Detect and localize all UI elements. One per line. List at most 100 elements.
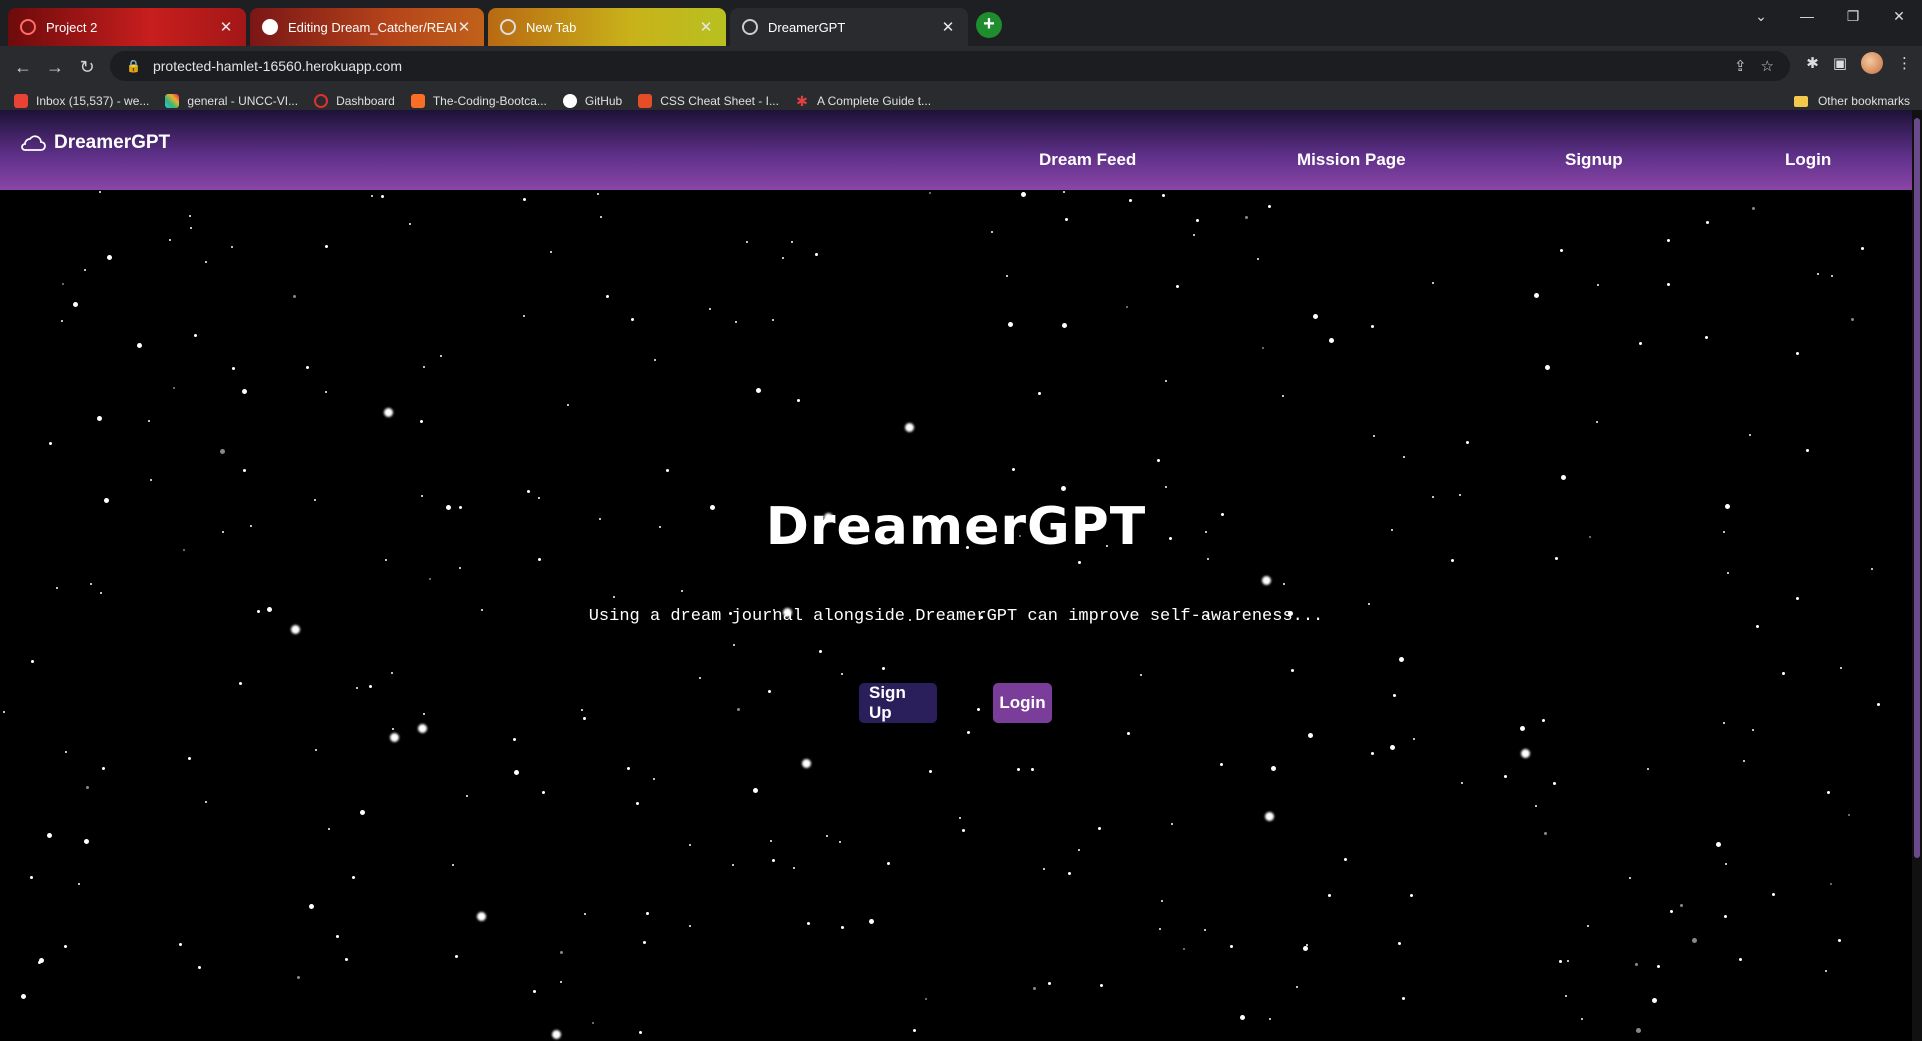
star bbox=[1006, 275, 1008, 277]
star bbox=[925, 998, 927, 1000]
star bbox=[1078, 849, 1080, 851]
bookmark-inbox[interactable]: Inbox (15,537) - we... bbox=[14, 93, 149, 108]
restore-icon[interactable]: ❐ bbox=[1830, 8, 1876, 25]
star bbox=[1062, 323, 1067, 328]
star bbox=[841, 926, 844, 929]
star bbox=[1724, 915, 1727, 918]
star bbox=[137, 343, 142, 348]
tab-new-tab[interactable]: New Tab ✕ bbox=[488, 8, 726, 46]
menu-icon[interactable]: ⋮ bbox=[1897, 54, 1912, 72]
back-icon[interactable]: ← bbox=[10, 54, 36, 80]
nav-link-mission-page[interactable]: Mission Page bbox=[1297, 150, 1406, 170]
star bbox=[328, 828, 330, 830]
star bbox=[1555, 557, 1558, 560]
nav-link-login[interactable]: Login bbox=[1785, 150, 1831, 170]
star bbox=[1100, 984, 1103, 987]
star bbox=[1308, 733, 1313, 738]
star bbox=[239, 682, 242, 685]
star bbox=[732, 864, 734, 866]
extensions-icon[interactable]: ✱ bbox=[1806, 54, 1819, 72]
star bbox=[1861, 247, 1864, 250]
star bbox=[1827, 791, 1830, 794]
page-scrollbar[interactable] bbox=[1912, 110, 1922, 1041]
new-tab-button[interactable]: + bbox=[976, 12, 1002, 38]
bookmark-css-cheat-sheet[interactable]: CSS Cheat Sheet - I... bbox=[638, 93, 779, 108]
star bbox=[3, 711, 5, 713]
nav-link-dream-feed[interactable]: Dream Feed bbox=[1039, 150, 1136, 170]
star bbox=[99, 191, 101, 193]
star bbox=[1165, 486, 1167, 488]
bookmark-complete-guide[interactable]: ✱ A Complete Guide t... bbox=[795, 94, 931, 108]
tab-project-2[interactable]: Project 2 ✕ bbox=[8, 8, 246, 46]
bookmark-label: general - UNCC-VI... bbox=[187, 93, 299, 108]
bookmark-coding-bootcamp[interactable]: The-Coding-Bootca... bbox=[410, 93, 547, 108]
signup-button[interactable]: Sign Up bbox=[859, 683, 937, 723]
close-tab-icon[interactable]: ✕ bbox=[218, 18, 234, 36]
star bbox=[746, 241, 748, 243]
star bbox=[1743, 760, 1745, 762]
star bbox=[1796, 352, 1799, 355]
close-tab-icon[interactable]: ✕ bbox=[698, 18, 714, 36]
star bbox=[1078, 561, 1081, 564]
scrollbar-thumb[interactable] bbox=[1914, 118, 1920, 858]
star bbox=[73, 302, 78, 307]
star bbox=[1432, 282, 1434, 284]
folder-icon bbox=[1793, 95, 1808, 107]
share-icon[interactable]: ⇪ bbox=[1734, 57, 1747, 75]
star bbox=[538, 558, 541, 561]
bookmark-label: GitHub bbox=[584, 93, 623, 108]
tab-editing-readme[interactable]: Editing Dream_Catcher/README. ✕ bbox=[250, 8, 484, 46]
lock-icon[interactable]: 🔒 bbox=[126, 59, 141, 73]
bookmark-github[interactable]: GitHub bbox=[562, 93, 623, 108]
bookmark-star-icon[interactable]: ☆ bbox=[1761, 57, 1774, 75]
close-tab-icon[interactable]: ✕ bbox=[940, 18, 956, 36]
bookmark-slack[interactable]: general - UNCC-VI... bbox=[165, 93, 299, 108]
brand-link[interactable]: DreamerGPT bbox=[20, 132, 170, 154]
hero-subtitle: Using a dream journal alongside DreamerG… bbox=[588, 607, 1324, 626]
star bbox=[90, 583, 92, 585]
tab-search-icon[interactable]: ⌄ bbox=[1738, 8, 1784, 25]
star bbox=[1639, 342, 1642, 345]
star bbox=[325, 245, 328, 248]
star bbox=[56, 587, 58, 589]
star bbox=[1230, 945, 1233, 948]
nav-link-signup[interactable]: Signup bbox=[1565, 150, 1623, 170]
star bbox=[1373, 435, 1375, 437]
close-window-icon[interactable]: ✕ bbox=[1876, 8, 1922, 25]
tab-title: New Tab bbox=[526, 19, 577, 35]
star bbox=[1581, 1018, 1583, 1020]
forward-icon[interactable]: → bbox=[42, 54, 68, 80]
login-button[interactable]: Login bbox=[993, 683, 1052, 723]
star bbox=[1739, 958, 1742, 961]
star bbox=[1871, 568, 1873, 570]
star bbox=[1542, 719, 1545, 722]
reload-icon[interactable]: ↻ bbox=[74, 54, 100, 80]
star bbox=[1451, 559, 1454, 562]
star bbox=[297, 976, 300, 979]
profile-avatar[interactable] bbox=[1861, 52, 1883, 74]
star bbox=[753, 788, 758, 793]
close-tab-icon[interactable]: ✕ bbox=[456, 18, 472, 36]
tab-dreamergpt[interactable]: DreamerGPT ✕ bbox=[730, 8, 968, 46]
star bbox=[1127, 732, 1130, 735]
star bbox=[188, 757, 191, 760]
star bbox=[97, 416, 102, 421]
bookmark-dashboard[interactable]: Dashboard bbox=[314, 93, 395, 108]
star bbox=[1545, 365, 1550, 370]
star bbox=[1196, 219, 1199, 222]
star bbox=[102, 767, 105, 770]
star bbox=[929, 192, 931, 194]
star bbox=[391, 672, 393, 674]
star bbox=[1012, 468, 1015, 471]
other-bookmarks[interactable]: Other bookmarks bbox=[1793, 94, 1910, 108]
address-bar[interactable]: 🔒 protected-hamlet-16560.herokuapp.com ⇪… bbox=[110, 51, 1790, 81]
star bbox=[452, 864, 454, 866]
star bbox=[552, 1030, 561, 1039]
star bbox=[100, 592, 102, 594]
hero-title: DreamerGPT bbox=[765, 497, 1147, 557]
side-panel-icon[interactable]: ▣ bbox=[1833, 54, 1847, 72]
star bbox=[1008, 322, 1013, 327]
star bbox=[420, 420, 423, 423]
star bbox=[392, 728, 394, 730]
minimize-icon[interactable]: — bbox=[1784, 8, 1830, 25]
